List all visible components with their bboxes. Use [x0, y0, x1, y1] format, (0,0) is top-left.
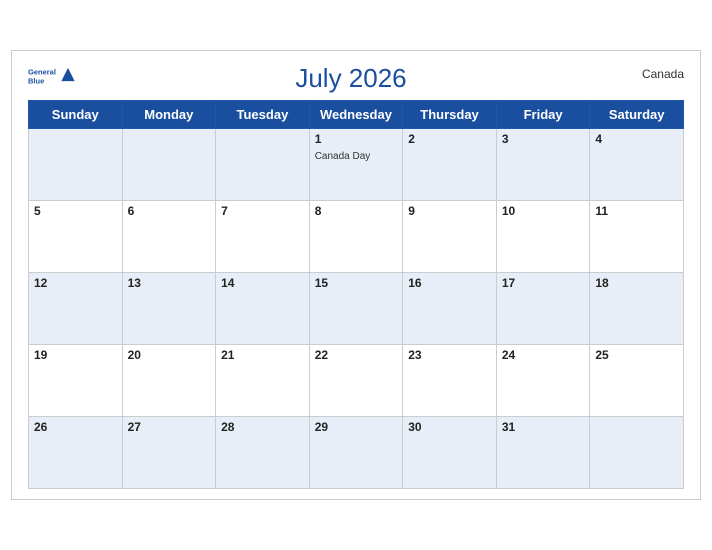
day-number-3: 3 [502, 132, 585, 146]
day-cell-4-2: 28 [216, 417, 310, 489]
day-cell-1-1: 6 [122, 201, 216, 273]
day-number-21: 21 [221, 348, 304, 362]
day-number-20: 20 [128, 348, 211, 362]
day-cell-3-2: 21 [216, 345, 310, 417]
header-tuesday: Tuesday [216, 101, 310, 129]
day-number-22: 22 [315, 348, 398, 362]
day-cell-3-5: 24 [496, 345, 590, 417]
day-cell-3-6: 25 [590, 345, 684, 417]
day-number-19: 19 [34, 348, 117, 362]
week-row-3: 12 13 14 15 16 17 18 [29, 273, 684, 345]
week-row-4: 19 20 21 22 23 24 25 [29, 345, 684, 417]
day-cell-1-6: 11 [590, 201, 684, 273]
day-number-24: 24 [502, 348, 585, 362]
country-label: Canada [624, 63, 684, 81]
day-cell-3-0: 19 [29, 345, 123, 417]
day-cell-1-0: 5 [29, 201, 123, 273]
day-number-17: 17 [502, 276, 585, 290]
day-cell-1-3: 8 [309, 201, 403, 273]
day-number-16: 16 [408, 276, 491, 290]
day-cell-0-4: 2 [403, 129, 497, 201]
day-cell-0-2 [216, 129, 310, 201]
day-number-14: 14 [221, 276, 304, 290]
day-number-23: 23 [408, 348, 491, 362]
day-cell-0-0 [29, 129, 123, 201]
day-cell-0-6: 4 [590, 129, 684, 201]
day-cell-1-4: 9 [403, 201, 497, 273]
day-cell-2-4: 16 [403, 273, 497, 345]
logo-area: General Blue [28, 63, 78, 91]
calendar-container: General Blue July 2026 Canada Sunday Mon… [11, 50, 701, 500]
day-cell-2-1: 13 [122, 273, 216, 345]
day-number-5: 5 [34, 204, 117, 218]
day-cell-0-5: 3 [496, 129, 590, 201]
header-friday: Friday [496, 101, 590, 129]
header-monday: Monday [122, 101, 216, 129]
day-number-8: 8 [315, 204, 398, 218]
day-number-26: 26 [34, 420, 117, 434]
day-number-13: 13 [128, 276, 211, 290]
week-row-5: 26 27 28 29 30 31 [29, 417, 684, 489]
header-thursday: Thursday [403, 101, 497, 129]
calendar-grid: Sunday Monday Tuesday Wednesday Thursday… [28, 100, 684, 489]
day-number-31: 31 [502, 420, 585, 434]
day-cell-1-5: 10 [496, 201, 590, 273]
day-number-11: 11 [595, 204, 678, 218]
calendar-header: General Blue July 2026 Canada [28, 63, 684, 94]
day-cell-4-0: 26 [29, 417, 123, 489]
week-row-2: 56789 10 11 [29, 201, 684, 273]
day-cell-4-3: 29 [309, 417, 403, 489]
header-saturday: Saturday [590, 101, 684, 129]
weekday-header-row: Sunday Monday Tuesday Wednesday Thursday… [29, 101, 684, 129]
header-sunday: Sunday [29, 101, 123, 129]
day-cell-4-4: 30 [403, 417, 497, 489]
day-number-25: 25 [595, 348, 678, 362]
header-wednesday: Wednesday [309, 101, 403, 129]
svg-text:Blue: Blue [28, 77, 44, 86]
day-number-18: 18 [595, 276, 678, 290]
day-number-4: 4 [595, 132, 678, 146]
day-number-28: 28 [221, 420, 304, 434]
day-cell-4-6 [590, 417, 684, 489]
day-cell-4-1: 27 [122, 417, 216, 489]
day-cell-2-6: 18 [590, 273, 684, 345]
svg-text:General: General [28, 68, 56, 77]
day-cell-3-4: 23 [403, 345, 497, 417]
week-row-1: 1 Canada Day 234 [29, 129, 684, 201]
day-number-27: 27 [128, 420, 211, 434]
day-number-12: 12 [34, 276, 117, 290]
day-cell-2-2: 14 [216, 273, 310, 345]
day-event-1: Canada Day [315, 151, 371, 162]
day-cell-0-1 [122, 129, 216, 201]
day-number-1: 1 [315, 132, 398, 146]
day-cell-1-2: 7 [216, 201, 310, 273]
day-number-10: 10 [502, 204, 585, 218]
day-cell-0-3: 1 Canada Day [309, 129, 403, 201]
calendar-title: July 2026 [78, 63, 624, 94]
day-number-7: 7 [221, 204, 304, 218]
day-number-15: 15 [315, 276, 398, 290]
day-cell-3-1: 20 [122, 345, 216, 417]
month-year-heading: July 2026 [78, 63, 624, 94]
day-cell-2-5: 17 [496, 273, 590, 345]
day-number-2: 2 [408, 132, 491, 146]
day-cell-2-0: 12 [29, 273, 123, 345]
day-cell-3-3: 22 [309, 345, 403, 417]
day-number-6: 6 [128, 204, 211, 218]
day-cell-2-3: 15 [309, 273, 403, 345]
generalblue-logo-icon: General Blue [28, 63, 78, 91]
day-number-9: 9 [408, 204, 491, 218]
day-number-30: 30 [408, 420, 491, 434]
day-number-29: 29 [315, 420, 398, 434]
day-cell-4-5: 31 [496, 417, 590, 489]
